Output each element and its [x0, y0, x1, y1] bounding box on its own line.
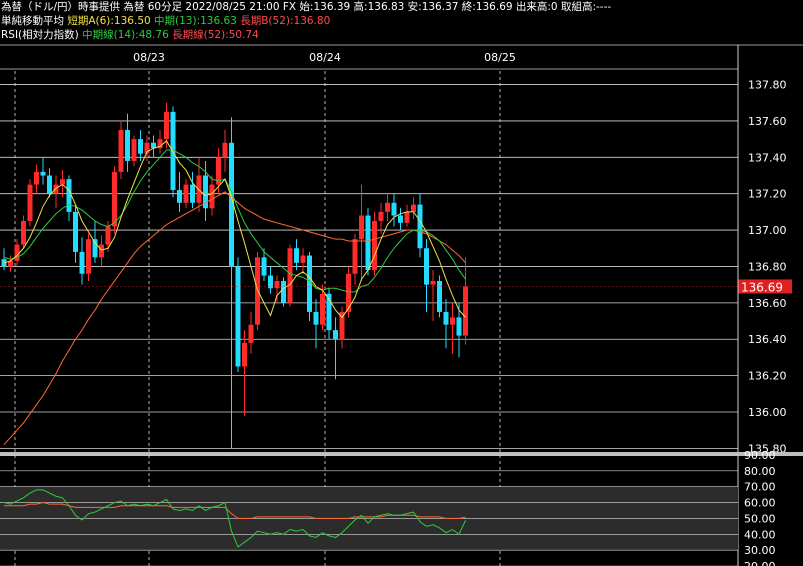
- candle-body: [352, 239, 358, 274]
- price-tick-label: 137.80: [748, 79, 787, 92]
- candle-body: [463, 286, 468, 336]
- price-tick-label: 136.20: [748, 370, 787, 383]
- candle-body: [47, 175, 52, 194]
- candle-body: [287, 248, 293, 303]
- price-chart[interactable]: 137.80 137.60 137.40 137.20 137.00 136.80 136.…: [0, 0, 803, 566]
- candle-body: [105, 226, 111, 245]
- candle-body: [281, 281, 286, 303]
- rsi-tick-label: 30.00: [744, 544, 776, 557]
- price-tick-label: 136.80: [748, 260, 787, 273]
- candle-body: [60, 179, 65, 185]
- candle-body: [79, 251, 85, 274]
- candle-body: [424, 248, 429, 285]
- candle-body: [320, 293, 325, 325]
- candle-body: [112, 171, 117, 227]
- candle-body: [222, 142, 228, 158]
- candle-body: [333, 330, 338, 340]
- price-tick-label: 136.00: [748, 406, 787, 419]
- candle-body: [196, 175, 202, 203]
- rsi-tick-label: 20.00: [744, 560, 776, 566]
- date-label: 08/23: [133, 51, 165, 64]
- rsi-tick-label: 80.00: [744, 465, 776, 478]
- candle-body: [53, 184, 59, 194]
- candle-body: [365, 215, 371, 271]
- candle-body: [411, 204, 416, 212]
- candle-body: [417, 204, 423, 249]
- candle-body: [99, 244, 104, 258]
- candle-body: [131, 139, 137, 161]
- candle-body: [450, 317, 455, 325]
- rsi-tick-label: 70.00: [744, 481, 776, 494]
- candle-body: [313, 311, 319, 325]
- candle-body: [21, 220, 26, 245]
- candle-body: [307, 255, 312, 312]
- date-label: 08/24: [309, 51, 341, 64]
- candle-body: [164, 111, 169, 140]
- candle-body: [274, 281, 280, 289]
- candle-body: [242, 342, 247, 367]
- candle-body: [118, 130, 124, 172]
- candle-body: [177, 190, 182, 203]
- panel-separator: [0, 452, 803, 456]
- candle-body: [66, 179, 72, 212]
- candle-body: [183, 184, 189, 203]
- candle-body: [261, 257, 267, 276]
- candle-body: [385, 202, 390, 212]
- candle-body: [378, 211, 384, 221]
- price-tick-label: 137.40: [748, 151, 787, 164]
- rsi-tick-label: 50.00: [744, 512, 776, 525]
- candle-body: [437, 281, 442, 312]
- candle-body: [34, 171, 39, 185]
- price-tick-label: 137.20: [748, 188, 787, 201]
- candle-body: [27, 184, 33, 221]
- candle-body: [248, 324, 254, 343]
- candle-body: [40, 171, 46, 176]
- candle-body: [372, 220, 377, 271]
- rsi-tick-label: 40.00: [744, 528, 776, 541]
- candle-body: [190, 184, 195, 203]
- candle-body: [398, 215, 403, 223]
- price-tick-label: 137.60: [748, 115, 787, 128]
- candle-body: [391, 202, 397, 216]
- price-tick-label: 136.60: [748, 297, 787, 310]
- candle-body: [443, 311, 449, 325]
- candle-body: [138, 139, 143, 154]
- price-tick-label: 136.40: [748, 333, 787, 346]
- candle-body: [235, 266, 241, 367]
- date-label: 08/25: [484, 51, 516, 64]
- candle-body: [456, 317, 462, 336]
- price-tick-label: 137.00: [748, 224, 787, 237]
- rsi-tick-label: 60.00: [744, 497, 776, 510]
- candle-body: [209, 184, 215, 209]
- candle-body: [359, 215, 364, 240]
- candle-body: [430, 281, 436, 285]
- candle-body: [73, 211, 78, 252]
- candle-body: [404, 211, 410, 223]
- candle-body: [14, 244, 20, 261]
- rsi-tick-label: 90.00: [744, 449, 776, 462]
- candle-body: [294, 248, 299, 263]
- candle-body: [125, 130, 130, 161]
- candle-body: [86, 239, 91, 274]
- candle-body: [300, 255, 306, 263]
- candles: [1, 102, 468, 449]
- last-price-label: 136.69: [741, 280, 783, 294]
